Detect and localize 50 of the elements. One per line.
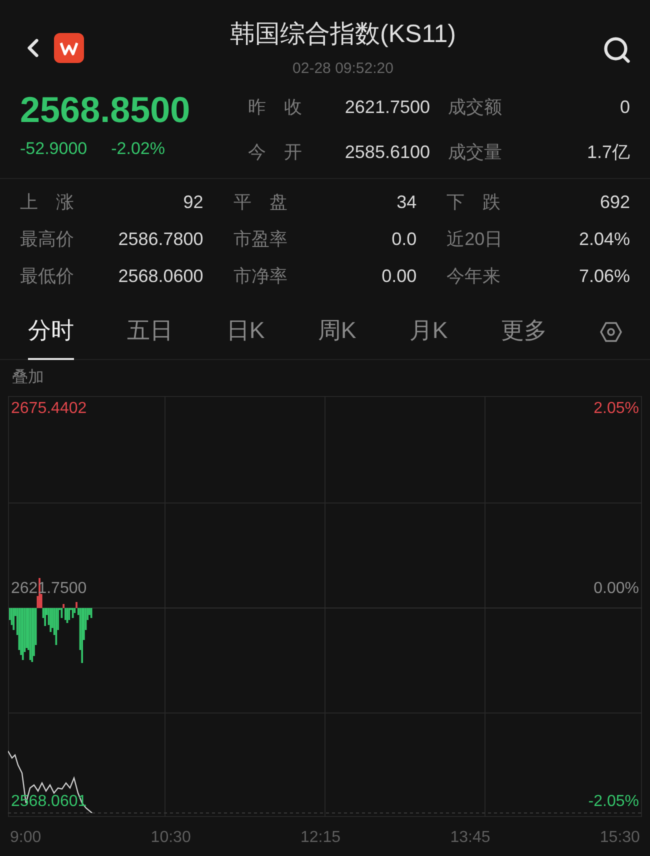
stat-label: 昨收 <box>248 96 302 119</box>
stat-label: 下 跌 <box>446 191 501 214</box>
time-label: 12:15 <box>300 828 341 848</box>
axis-label: 0.00% <box>594 579 639 599</box>
current-price: 2568.8500 <box>20 88 192 132</box>
stat-value: 34 <box>396 191 417 214</box>
stat-value: 0.0 <box>392 228 417 251</box>
stat-label: 上 涨 <box>20 191 74 214</box>
stat-label: 最低价 <box>20 265 74 288</box>
search-icon[interactable] <box>602 35 632 65</box>
axis-label: -2.05% <box>588 792 639 812</box>
stat-value: 2621.7500 <box>344 96 430 119</box>
stat-value: 0 <box>620 96 630 119</box>
time-label: 15:30 <box>600 828 640 848</box>
chart-tab[interactable]: 日K <box>226 304 265 360</box>
stat-value: 1.7亿 <box>586 141 630 164</box>
stat-value: 2586.7800 <box>118 228 204 251</box>
stat-label: 今开 <box>248 141 302 164</box>
stat-value: 2.04% <box>578 228 630 251</box>
axis-label: 2675.4402 <box>11 399 87 419</box>
price-change: -52.9000 <box>20 138 88 160</box>
chart-tab[interactable]: 分时 <box>28 304 74 360</box>
stat-value: 92 <box>183 191 204 214</box>
stat-label: 近20日 <box>446 228 501 251</box>
stat-value: 7.06% <box>578 265 630 288</box>
chart-tab[interactable]: 月K <box>409 304 448 360</box>
stat-label: 最高价 <box>20 228 74 251</box>
stat-value: 692 <box>600 191 630 214</box>
stat-label: 平 盘 <box>233 191 288 214</box>
chart-tab[interactable]: 五日 <box>127 304 174 360</box>
axis-label: 2.05% <box>594 399 639 419</box>
page-title: 韩国综合指数(KS11) <box>230 19 456 50</box>
stat-label: 成交额 <box>448 96 502 119</box>
stat-label: 成交量 <box>448 141 502 164</box>
stat-value: 0.00 <box>382 265 417 288</box>
time-label: 10:30 <box>150 828 191 848</box>
percent-change: -2.02% <box>111 138 165 160</box>
time-label: 9:00 <box>10 828 42 848</box>
stat-value: 2585.6100 <box>344 141 430 164</box>
stat-label: 市净率 <box>233 265 288 288</box>
stat-label: 今年来 <box>446 265 501 288</box>
stat-value: 2568.0600 <box>118 265 204 288</box>
stat-label: 市盈率 <box>233 228 288 251</box>
time-label: 13:45 <box>450 828 490 848</box>
chart-tab[interactable]: 更多 <box>500 304 547 360</box>
overlay-label[interactable]: 叠加 <box>12 366 44 390</box>
app-logo-icon[interactable] <box>54 33 84 63</box>
timestamp: 02-28 09:52:20 <box>292 58 394 78</box>
chart-tab[interactable]: 周K <box>318 304 356 360</box>
settings-icon[interactable] <box>600 320 622 342</box>
